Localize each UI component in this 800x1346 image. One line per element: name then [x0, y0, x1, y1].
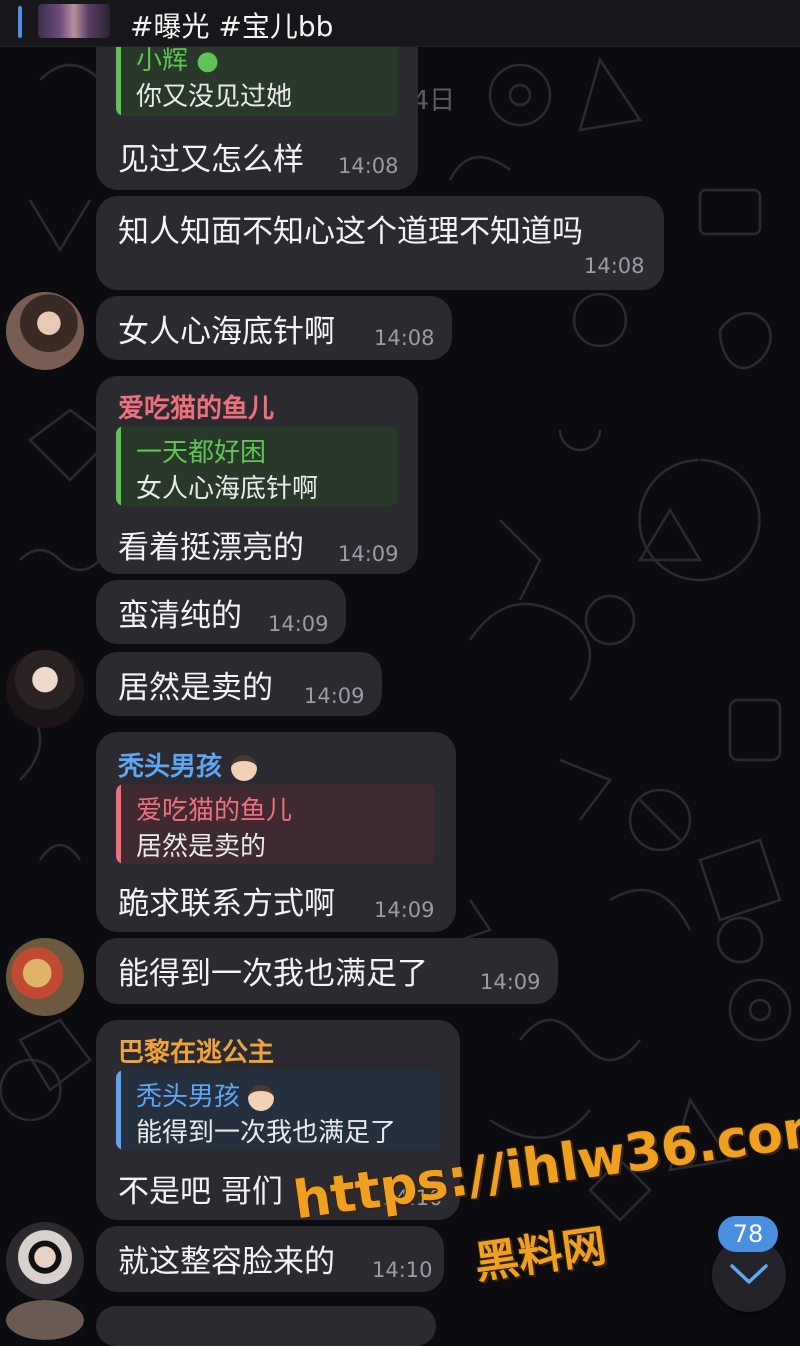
sender-name[interactable]: 巴黎在逃公主 — [118, 1032, 274, 1069]
pinned-header[interactable]: #曝光 #宝儿bb — [0, 0, 800, 47]
message-text: 见过又怎么样 — [118, 142, 304, 178]
chevron-down-icon — [730, 1264, 768, 1284]
user-avatar[interactable] — [6, 292, 84, 370]
message-time: 14:08 — [584, 254, 645, 278]
quote-text: 能得到一次我也满足了 — [136, 1118, 397, 1148]
message-text: 居然是卖的 — [118, 670, 273, 706]
boy-emoji-icon — [248, 1084, 275, 1111]
message-time: 14:09 — [480, 970, 541, 994]
message-text: 女人心海底针啊 — [118, 314, 335, 350]
message-time: 14:09 — [374, 898, 435, 922]
message-time: 14:08 — [374, 326, 435, 350]
pinned-thumbnail[interactable] — [38, 4, 110, 38]
reply-quote[interactable]: 秃头男孩 能得到一次我也满足了 — [116, 1070, 440, 1150]
chat-title: #曝光 #宝儿bb — [130, 10, 334, 43]
quote-accent-bar — [116, 38, 121, 116]
message-bubble[interactable]: 小辉 ● 你又没见过她 见过又怎么样 14:08 — [96, 30, 418, 190]
message-text: 蛮清纯的 — [118, 598, 242, 634]
message-bubble[interactable]: 秃头男孩 爱吃猫的鱼儿 居然是卖的 跪求联系方式啊 14:09 — [96, 732, 456, 932]
message-text: 能得到一次我也满足了 — [118, 956, 428, 992]
user-avatar[interactable] — [6, 650, 84, 728]
sender-name[interactable]: 爱吃猫的鱼儿 — [118, 388, 274, 425]
message-text: 就这整容脸来的 — [118, 1244, 335, 1280]
reply-quote[interactable]: 一天都好困 女人心海底针啊 — [116, 426, 398, 506]
message-time: 14:09 — [338, 542, 399, 566]
quote-sender: 秃头男孩 — [136, 1076, 275, 1113]
quote-text: 女人心海底针啊 — [136, 474, 319, 504]
message-text: 看着挺漂亮的 — [118, 530, 304, 566]
message-time: 14:09 — [268, 612, 329, 636]
boy-emoji-icon — [231, 754, 258, 781]
quote-accent-bar — [116, 426, 121, 506]
unread-count-badge: 78 — [718, 1216, 778, 1252]
quote-sender: 一天都好困 — [136, 438, 267, 468]
message-bubble[interactable]: 居然是卖的 14:09 — [96, 652, 382, 716]
message-time: 14:09 — [304, 684, 365, 708]
quote-text: 居然是卖的 — [136, 832, 267, 862]
sender-name[interactable]: 秃头男孩 — [118, 746, 258, 783]
message-bubble[interactable]: 女人心海底针啊 14:08 — [96, 296, 452, 360]
quote-accent-bar — [116, 784, 121, 864]
user-avatar[interactable] — [6, 938, 84, 1016]
message-bubble[interactable]: 能得到一次我也满足了 14:09 — [96, 938, 558, 1004]
pinned-accent-bar — [18, 6, 22, 38]
message-bubble[interactable]: 知人知面不知心这个道理不知道吗 14:08 — [96, 196, 664, 290]
message-time: 14:10 — [372, 1258, 433, 1282]
message-text: 不是吧 哥们 — [118, 1174, 283, 1210]
quote-sender: 爱吃猫的鱼儿 — [136, 796, 293, 826]
message-time: 14:08 — [338, 154, 399, 178]
user-avatar[interactable] — [6, 1300, 84, 1340]
user-avatar[interactable] — [6, 1222, 84, 1300]
quote-text: 你又没见过她 — [136, 82, 293, 112]
quote-accent-bar — [116, 1070, 121, 1150]
message-bubble[interactable]: 蛮清纯的 14:09 — [96, 580, 346, 644]
message-bubble[interactable]: 就这整容脸来的 14:10 — [96, 1226, 444, 1292]
apple-icon: ● — [196, 46, 219, 76]
message-bubble[interactable]: 爱吃猫的鱼儿 一天都好困 女人心海底针啊 看着挺漂亮的 14:09 — [96, 376, 418, 574]
message-text: 知人知面不知心这个道理不知道吗 — [118, 214, 583, 250]
reply-quote[interactable]: 爱吃猫的鱼儿 居然是卖的 — [116, 784, 434, 864]
reply-quote[interactable]: 小辉 ● 你又没见过她 — [116, 38, 398, 116]
message-text: 跪求联系方式啊 — [118, 886, 335, 922]
message-bubble[interactable] — [96, 1306, 436, 1346]
